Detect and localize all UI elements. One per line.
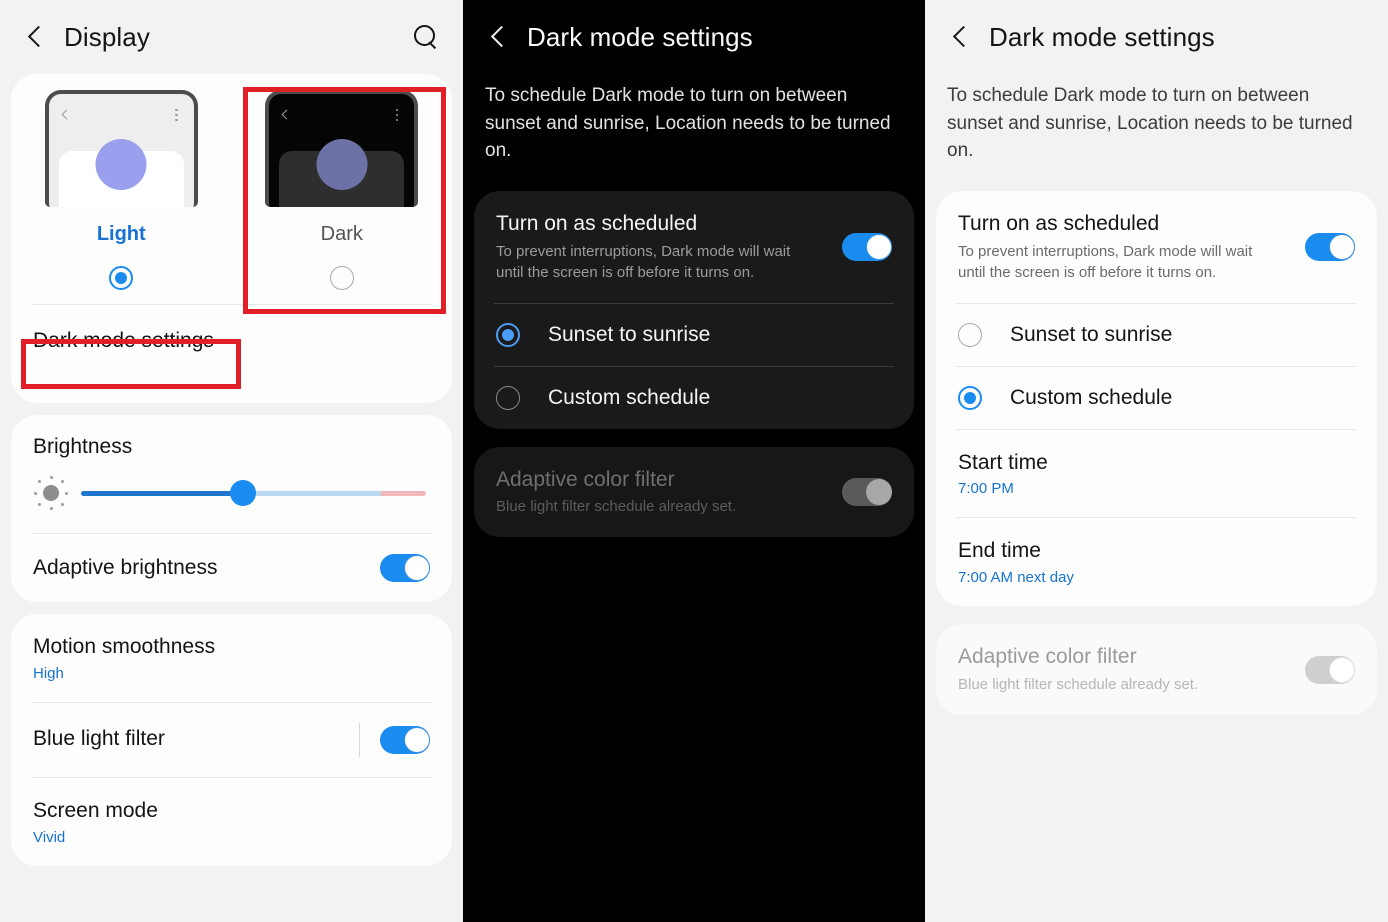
schedule-card: Turn on as scheduled To prevent interrup… (936, 190, 1377, 607)
sunset-to-sunrise-radio[interactable] (496, 322, 520, 347)
custom-schedule-label: Custom schedule (1010, 385, 1173, 409)
turn-on-as-scheduled-label: Turn on as scheduled (496, 211, 698, 235)
custom-schedule-radio[interactable] (958, 385, 982, 410)
dark-mode-settings-row[interactable]: Dark mode settings (11, 305, 452, 377)
page-title: Dark mode settings (989, 21, 1215, 52)
turn-on-as-scheduled-toggle[interactable] (842, 232, 892, 261)
end-time-row[interactable]: End time 7:00 AM next day (936, 518, 1377, 606)
theme-options: Light Dark (11, 90, 452, 290)
sunset-to-sunrise-label: Sunset to sunrise (548, 322, 711, 346)
turn-on-as-scheduled-toggle[interactable] (1305, 232, 1355, 261)
back-icon[interactable] (485, 22, 515, 52)
blue-light-filter-row[interactable]: Blue light filter (11, 703, 452, 777)
theme-option-dark-radio[interactable] (329, 266, 354, 290)
option-sunset-to-sunrise[interactable]: Sunset to sunrise (474, 304, 914, 366)
end-time-label: End time (958, 539, 1041, 563)
adaptive-color-filter-description: Blue light filter schedule already set. (496, 498, 737, 516)
brightness-slider-fill (81, 490, 244, 496)
blue-light-filter-label: Blue light filter (33, 727, 165, 751)
motion-smoothness-value: High (33, 664, 64, 682)
light-theme-preview-icon (44, 90, 198, 207)
adaptive-color-filter-toggle (1305, 655, 1355, 684)
turn-on-as-scheduled-row[interactable]: Turn on as scheduled To prevent interrup… (936, 191, 1377, 303)
end-time-value: 7:00 AM next day (958, 569, 1074, 587)
adaptive-brightness-toggle[interactable] (380, 554, 430, 582)
brightness-slider-warn-zone (381, 490, 426, 496)
adaptive-color-filter-toggle (842, 477, 892, 506)
schedule-card: Turn on as scheduled To prevent interrup… (474, 190, 914, 429)
adaptive-color-filter-label: Adaptive color filter (958, 645, 1137, 669)
theme-option-dark-label: Dark (320, 223, 363, 245)
brightness-slider-row (11, 459, 452, 533)
sunset-to-sunrise-radio[interactable] (958, 322, 982, 347)
motion-smoothness-row[interactable]: Motion smoothness High (11, 614, 452, 702)
adaptive-brightness-label: Adaptive brightness (33, 555, 218, 579)
adaptive-color-filter-row: Adaptive color filter Blue light filter … (936, 624, 1377, 715)
screenshot-root: Display Light Dark Dark mode settings Br… (0, 0, 1388, 922)
screen-description: To schedule Dark mode to turn on between… (485, 85, 891, 162)
dark-mode-settings-screen-light: Dark mode settings To schedule Dark mode… (925, 0, 1388, 922)
turn-on-as-scheduled-row[interactable]: Turn on as scheduled To prevent interrup… (474, 191, 914, 303)
display-options-card: Motion smoothness High Blue light filter… (11, 614, 452, 866)
sunset-to-sunrise-label: Sunset to sunrise (1010, 322, 1173, 346)
motion-smoothness-label: Motion smoothness (33, 635, 216, 658)
turn-on-as-scheduled-description: To prevent interruptions, Dark mode will… (958, 242, 1253, 281)
theme-option-light-label: Light (96, 223, 146, 245)
preview-overflow-icon (395, 109, 399, 123)
blue-light-filter-toggle[interactable] (380, 725, 430, 754)
start-time-label: Start time (958, 450, 1048, 474)
turn-on-as-scheduled-description: To prevent interruptions, Dark mode will… (496, 242, 791, 281)
option-sunset-to-sunrise[interactable]: Sunset to sunrise (936, 304, 1377, 366)
back-icon[interactable] (947, 22, 977, 52)
custom-schedule-label: Custom schedule (548, 385, 711, 409)
dark-mode-settings-screen-dark: Dark mode settings To schedule Dark mode… (463, 0, 925, 922)
adaptive-brightness-row[interactable]: Adaptive brightness (11, 534, 452, 602)
preview-back-icon (281, 109, 292, 120)
theme-option-light-radio[interactable] (109, 266, 134, 290)
adaptive-color-filter-card: Adaptive color filter Blue light filter … (936, 624, 1377, 716)
brightness-slider-thumb[interactable] (230, 480, 257, 506)
screen-mode-row[interactable]: Screen mode Vivid (11, 778, 452, 866)
turn-on-as-scheduled-label: Turn on as scheduled (958, 211, 1160, 235)
brightness-card: Brightness Adaptive brightness (11, 415, 452, 602)
preview-back-icon (61, 109, 72, 120)
page-title: Dark mode settings (527, 21, 753, 52)
option-custom-schedule[interactable]: Custom schedule (474, 367, 914, 429)
adaptive-color-filter-label: Adaptive color filter (496, 467, 675, 491)
brightness-sun-icon (33, 475, 69, 511)
adaptive-color-filter-description: Blue light filter schedule already set. (958, 676, 1199, 694)
start-time-row[interactable]: Start time 7:00 PM (936, 430, 1377, 518)
screen-description: To schedule Dark mode to turn on between… (947, 85, 1353, 162)
theme-chooser-card: Light Dark Dark mode settings (11, 74, 452, 403)
theme-option-light[interactable]: Light (11, 90, 232, 290)
screen-mode-label: Screen mode (33, 798, 158, 822)
option-custom-schedule[interactable]: Custom schedule (936, 367, 1377, 429)
screen-mode-value: Vivid (33, 828, 66, 846)
brightness-slider[interactable] (81, 480, 426, 506)
start-time-value: 7:00 PM (958, 480, 1014, 498)
preview-blob (95, 139, 147, 190)
page-title: Display (64, 21, 150, 52)
app-bar: Dark mode settings (463, 0, 925, 74)
back-icon[interactable] (22, 22, 52, 52)
toggle-separator (359, 722, 360, 757)
brightness-label: Brightness (33, 435, 133, 458)
preview-overflow-icon (175, 109, 178, 123)
adaptive-color-filter-card: Adaptive color filter Blue light filter … (474, 446, 914, 538)
dark-theme-preview-icon (265, 90, 419, 207)
app-bar: Display (0, 0, 463, 74)
display-settings-screen: Display Light Dark Dark mode settings Br… (0, 0, 463, 922)
app-bar: Dark mode settings (925, 0, 1388, 74)
adaptive-color-filter-row: Adaptive color filter Blue light filter … (474, 447, 914, 538)
search-icon[interactable] (409, 21, 441, 53)
brightness-slider-rest (243, 490, 382, 496)
preview-blob (316, 139, 368, 190)
custom-schedule-radio[interactable] (496, 385, 520, 410)
theme-option-dark[interactable]: Dark (232, 90, 453, 290)
